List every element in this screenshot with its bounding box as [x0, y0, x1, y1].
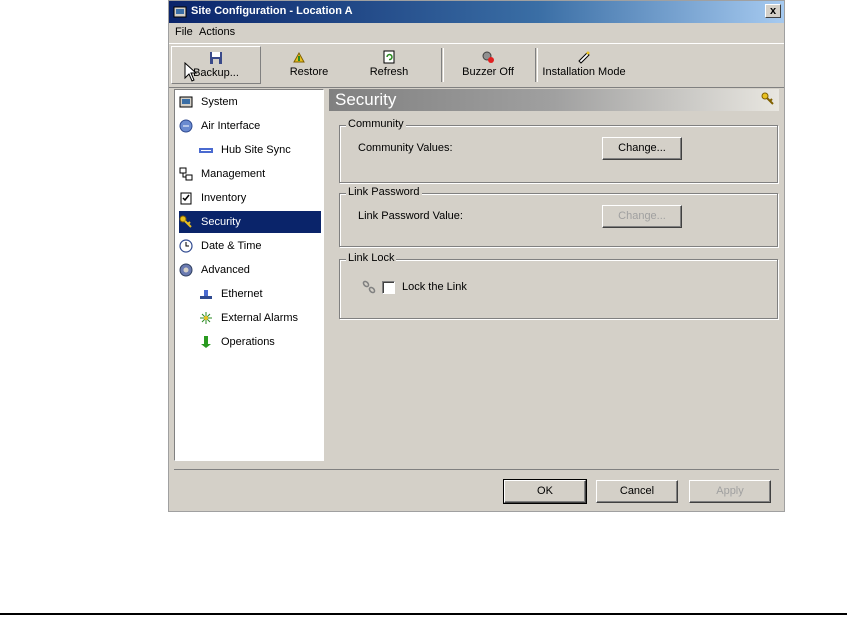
tree-item-external-alarms[interactable]: External Alarms [199, 307, 319, 329]
tree-item-operations[interactable]: Operations [199, 331, 319, 353]
tree-item-label: Inventory [201, 192, 247, 204]
menu-bar: File Actions [169, 24, 784, 42]
mouse-cursor-icon [184, 62, 198, 82]
tree-item-system[interactable]: System [179, 91, 319, 113]
link-lock-group: Link Lock Lock the Link [339, 252, 778, 319]
community-values-label: Community Values: [358, 142, 453, 154]
management-icon [179, 167, 193, 181]
floppy-disk-icon [210, 52, 222, 64]
toolbar: Backup... Restore Refresh Buzzer Off Ins… [169, 43, 784, 88]
refresh-button[interactable]: Refresh [359, 46, 419, 84]
app-icon [173, 6, 187, 18]
window-title: Site Configuration - Location A [191, 5, 353, 17]
restore-label: Restore [289, 66, 329, 78]
panel-header: Security [329, 89, 779, 111]
tree-item-label: Air Interface [201, 120, 261, 132]
tree-item-inventory[interactable]: Inventory [179, 187, 319, 209]
lock-the-link-checkbox[interactable] [382, 281, 395, 294]
installation-mode-icon [578, 51, 590, 64]
security-keys-icon [761, 92, 774, 105]
hub-sync-icon [199, 148, 213, 153]
tree-item-air-interface[interactable]: Air Interface [179, 115, 319, 137]
chain-link-icon [362, 280, 376, 294]
refresh-document-icon [383, 50, 395, 64]
tree-item-label: Date & Time [201, 240, 262, 252]
operations-arrow-icon [201, 336, 211, 348]
link-password-group: Link Password Link Password Value: Chang… [339, 186, 778, 247]
tree-item-label: Operations [221, 336, 275, 348]
close-button[interactable]: x [765, 4, 781, 18]
buzzer-off-button[interactable]: Buzzer Off [453, 46, 523, 84]
system-icon [179, 96, 193, 108]
link-lock-group-title: Link Lock [346, 252, 397, 264]
navigation-tree: System Air Interface Hub Site Sync Manag… [174, 89, 324, 461]
advanced-gear-icon [179, 263, 193, 277]
menu-actions[interactable]: Actions [199, 26, 235, 38]
toolbar-separator [535, 48, 538, 82]
title-bar[interactable]: Site Configuration - Location A x [169, 1, 784, 23]
tree-item-label: System [201, 96, 238, 108]
tree-item-date-time[interactable]: Date & Time [179, 235, 319, 257]
menu-file[interactable]: File [175, 26, 193, 38]
tree-item-advanced[interactable]: Advanced [179, 259, 319, 281]
installation-mode-label: Installation Mode [542, 66, 626, 78]
installation-mode-button[interactable]: Installation Mode [541, 46, 627, 84]
link-password-group-title: Link Password [346, 186, 422, 198]
community-group: Community Community Values: Change... [339, 118, 778, 183]
refresh-label: Refresh [369, 66, 409, 78]
buzzer-off-label: Buzzer Off [462, 66, 514, 78]
footer-divider [174, 469, 779, 470]
restore-button[interactable]: Restore [269, 46, 329, 84]
panel-title: Security [335, 90, 397, 109]
ethernet-icon [200, 290, 212, 299]
page-divider-line [0, 613, 847, 615]
tree-item-label: Management [201, 168, 266, 180]
tree-item-management[interactable]: Management [179, 163, 319, 185]
toolbar-separator [441, 48, 444, 82]
link-password-change-button[interactable]: Change... [602, 205, 682, 228]
restore-arrow-icon [293, 51, 305, 63]
clock-icon [179, 239, 193, 253]
ok-button[interactable]: OK [503, 479, 587, 504]
tree-item-label: External Alarms [221, 312, 299, 324]
alarm-icon [200, 312, 212, 324]
community-change-button[interactable]: Change... [602, 137, 682, 160]
tree-item-ethernet[interactable]: Ethernet [199, 283, 319, 305]
lock-the-link-label: Lock the Link [402, 281, 467, 293]
site-configuration-window: Site Configuration - Location A x File A… [168, 0, 785, 512]
tree-item-label: Hub Site Sync [221, 144, 291, 156]
link-password-value-label: Link Password Value: [358, 210, 463, 222]
tree-item-hub-site-sync[interactable]: Hub Site Sync [199, 139, 319, 161]
air-interface-icon [179, 119, 193, 133]
security-panel: Security Community Community Values: Cha… [329, 89, 779, 461]
tree-item-security[interactable]: Security [179, 211, 321, 233]
inventory-icon [180, 192, 192, 205]
security-keys-icon [179, 215, 192, 228]
tree-item-label: Advanced [201, 264, 250, 276]
tree-item-label: Security [201, 216, 241, 228]
community-group-title: Community [346, 118, 406, 130]
apply-button[interactable]: Apply [689, 480, 771, 503]
buzzer-off-icon [482, 51, 494, 63]
cancel-button[interactable]: Cancel [596, 480, 678, 503]
tree-item-label: Ethernet [221, 288, 263, 300]
